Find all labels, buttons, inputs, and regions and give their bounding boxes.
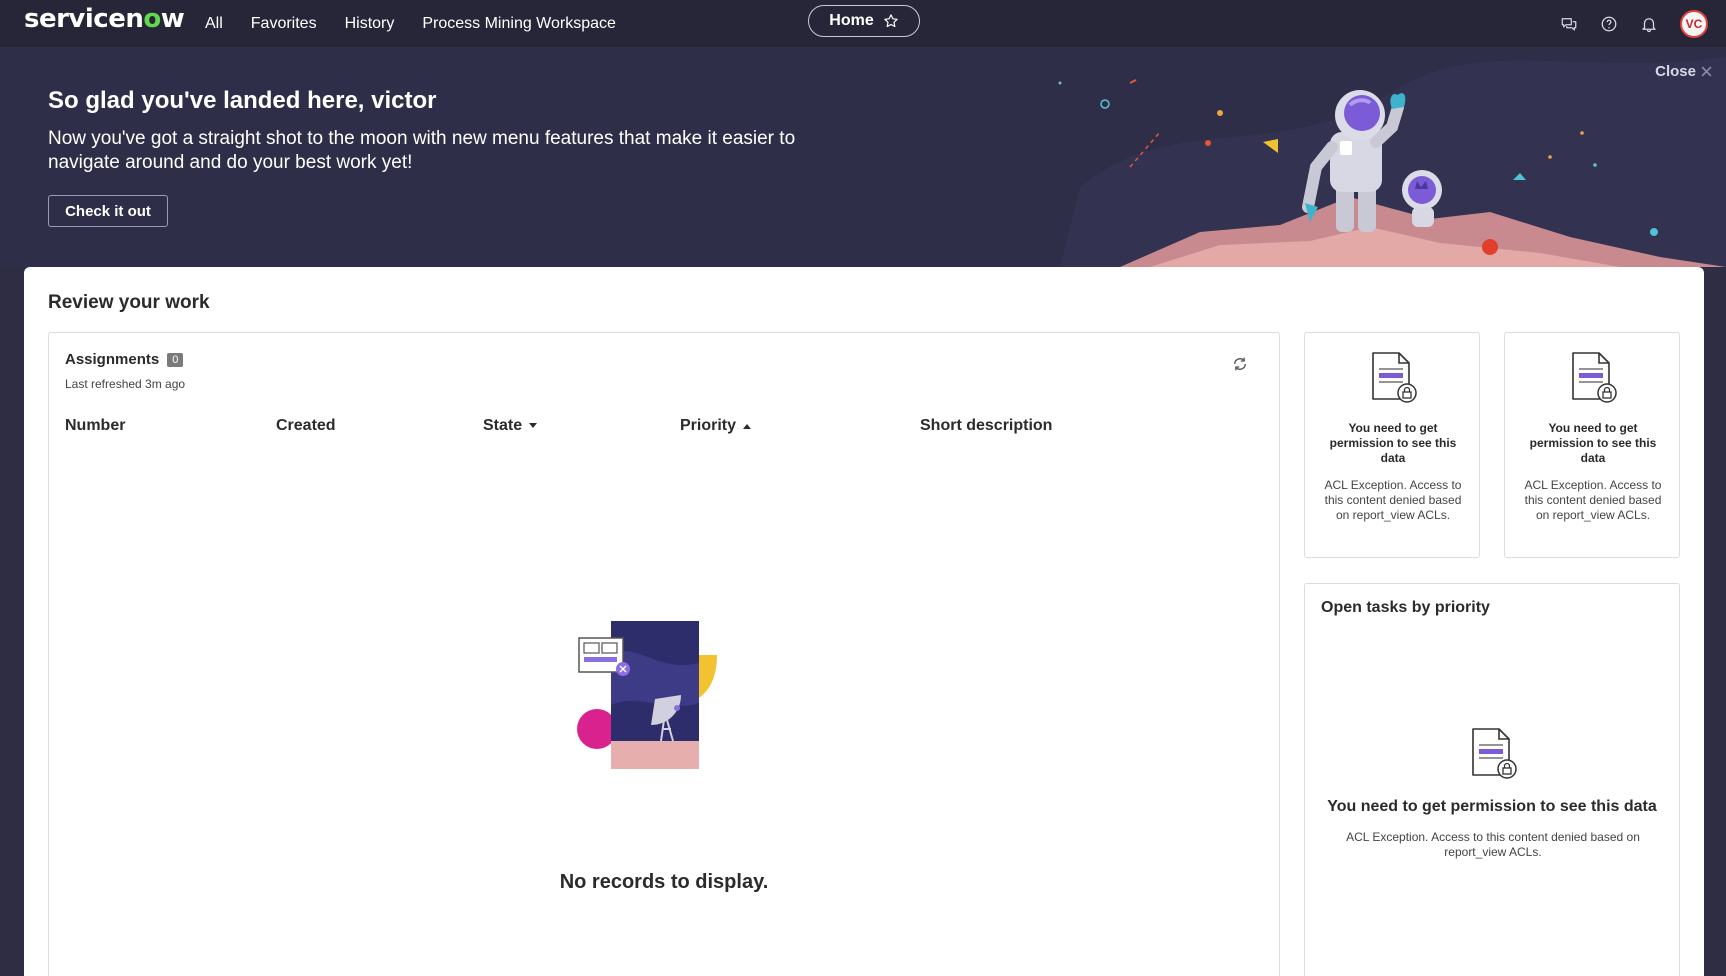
permission-title: You need to get permission to see this d…: [1529, 421, 1657, 465]
servicenow-logo[interactable]: servicenow: [24, 4, 185, 34]
permission-title: You need to get permission to see this d…: [1327, 798, 1657, 815]
banner-title: So glad you've landed here, victor: [48, 87, 437, 114]
user-avatar[interactable]: VC: [1680, 9, 1708, 38]
locked-document-icon: [1372, 352, 1417, 403]
locked-document-icon: [1572, 352, 1617, 403]
refresh-icon[interactable]: [1231, 355, 1249, 373]
assignments-title: Assignments: [65, 351, 160, 368]
close-label: Close: [1655, 63, 1696, 80]
assignments-count-badge: 0: [167, 352, 184, 367]
top-navigation: servicenow All Favorites History Process…: [0, 0, 1726, 47]
permission-title: You need to get permission to see this d…: [1329, 421, 1457, 465]
table-header-row: Number Created State Priority Short desc…: [49, 417, 1279, 439]
nav-links: All Favorites History Process Mining Wor…: [205, 0, 616, 47]
last-refreshed-text: Last refreshed 3m ago: [65, 377, 186, 391]
column-short-description[interactable]: Short description: [920, 417, 1052, 435]
nav-link-process-mining-workspace[interactable]: Process Mining Workspace: [422, 15, 616, 33]
permission-card-2: You need to get permission to see this d…: [1504, 332, 1680, 558]
check-it-out-button[interactable]: Check it out: [48, 195, 168, 227]
nav-icons: VC: [1560, 0, 1708, 47]
locked-document-icon: [1472, 728, 1517, 779]
banner-subtitle: Now you've got a straight shot to the mo…: [48, 128, 796, 173]
permission-card-1: You need to get permission to see this d…: [1304, 332, 1480, 558]
assignments-header: Assignments 0: [65, 351, 184, 368]
chat-icon[interactable]: [1560, 15, 1578, 33]
open-tasks-title: Open tasks by priority: [1321, 599, 1490, 616]
permission-description: ACL Exception. Access to this content de…: [1346, 830, 1640, 859]
column-state[interactable]: State: [483, 417, 538, 435]
nav-link-favorites[interactable]: Favorites: [251, 15, 317, 33]
column-number[interactable]: Number: [65, 417, 125, 435]
open-tasks-by-priority-card: Open tasks by priority You need to get p…: [1304, 583, 1680, 976]
empty-state-illustration: [577, 621, 717, 769]
banner-close-button[interactable]: Close: [1655, 63, 1712, 80]
nav-link-all[interactable]: All: [205, 15, 223, 33]
close-icon: [1701, 66, 1712, 77]
astronaut-illustration: [1058, 57, 1726, 267]
home-button[interactable]: Home: [808, 5, 920, 37]
section-title: Review your work: [48, 292, 210, 313]
permission-description: ACL Exception. Access to this content de…: [1324, 478, 1462, 522]
no-records-message: No records to display.: [559, 871, 769, 893]
sort-down-icon: [529, 423, 538, 428]
sort-up-icon: [743, 424, 752, 429]
bell-icon[interactable]: [1640, 15, 1658, 33]
nav-link-history[interactable]: History: [345, 15, 395, 33]
help-icon[interactable]: [1600, 15, 1618, 33]
column-priority[interactable]: Priority: [680, 417, 752, 435]
welcome-banner: So glad you've landed here, victor Now y…: [0, 47, 1726, 267]
column-created[interactable]: Created: [276, 417, 336, 435]
star-icon[interactable]: [883, 13, 899, 29]
assignments-panel: Assignments 0 Last refreshed 3m ago Numb…: [48, 332, 1280, 976]
permission-description: ACL Exception. Access to this content de…: [1524, 478, 1662, 522]
review-work-section: Review your work Assignments 0 Last refr…: [24, 267, 1704, 976]
home-label: Home: [829, 12, 874, 29]
